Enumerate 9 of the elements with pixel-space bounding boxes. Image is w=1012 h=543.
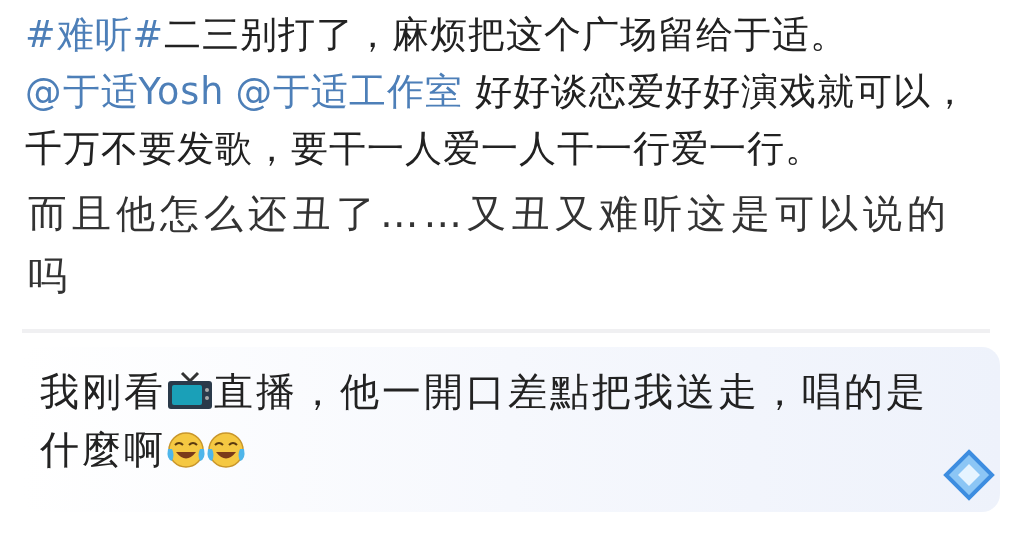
laughing-crying-emoji-icon (206, 431, 246, 469)
laughing-crying-emoji-icon (166, 431, 206, 469)
mention-link[interactable]: @于适工作室 (235, 70, 463, 113)
television-icon (166, 371, 214, 411)
reply-text: 而且他怎么还丑了……又丑又难听这是可以说的吗 (28, 190, 952, 300)
hashtag-link[interactable]: #难听# (25, 13, 165, 56)
mention-link[interactable]: @于适Yosh (25, 70, 225, 113)
comment-text: 我刚看 直播，他一開口差點把我送走，唱的是什麼啊 (40, 368, 929, 474)
post-text: #难听#二三别打了，麻烦把这个广场留给于适。 @于适Yosh @于适工作室 好好谈恋爱好好演戏就可以，千万不要发歌，要干一人爱一人干一行爱一行。 (25, 12, 971, 172)
